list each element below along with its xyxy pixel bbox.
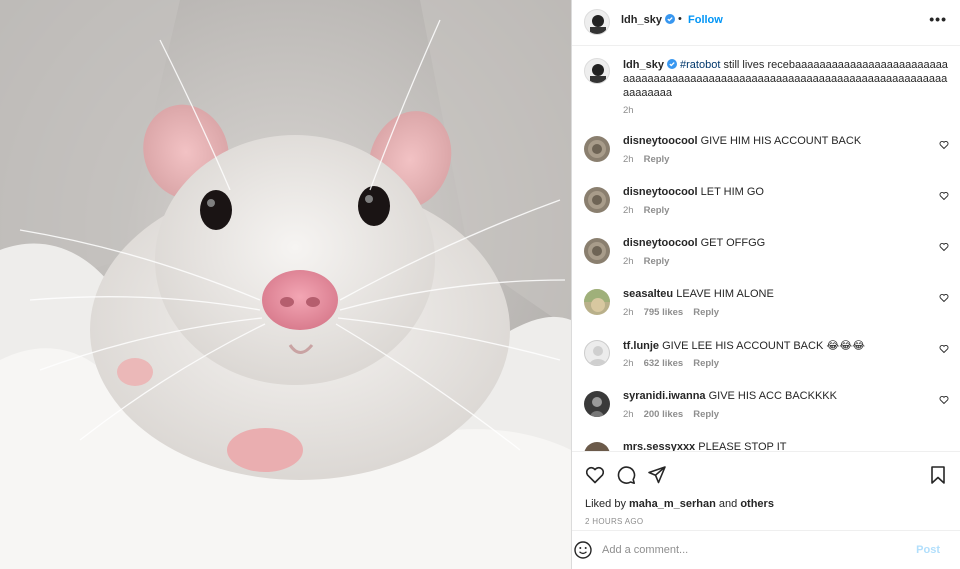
follow-button[interactable]: Follow [688, 14, 723, 26]
emoji-icon[interactable] [573, 540, 593, 560]
reply-button[interactable]: Reply [644, 154, 670, 165]
comment-username[interactable]: disneytoocool [623, 186, 698, 198]
commenter-avatar[interactable] [584, 340, 610, 366]
verified-badge-icon [666, 59, 677, 69]
comment-text: disneytoocool LET HIM GO [623, 186, 764, 198]
comment-username[interactable]: syranidi.iwanna [623, 390, 706, 402]
comment-row: disneytoocool LET HIM GO 2h Reply [584, 185, 949, 225]
caption-avatar[interactable] [584, 58, 610, 84]
commenter-avatar[interactable] [584, 391, 610, 417]
reply-button[interactable]: Reply [693, 307, 719, 318]
caption-username[interactable]: ldh_sky [623, 59, 664, 71]
comment-body: GIVE HIM HIS ACCOUNT BACK [700, 135, 862, 147]
post-actions: Liked by maha_m_serhan and others 2 HOUR… [572, 451, 960, 531]
instagram-post: ldh_sky • Follow ••• ldh_sky #ratobot st… [0, 0, 960, 569]
comment-like-heart-icon[interactable] [939, 140, 949, 150]
reply-button[interactable]: Reply [693, 409, 719, 420]
comment-meta: 2h Reply [623, 154, 669, 165]
post-side-panel: ldh_sky • Follow ••• ldh_sky #ratobot st… [571, 0, 960, 569]
comment-meta: 2h Reply [623, 205, 669, 216]
comment-username[interactable]: seasalteu [623, 288, 673, 300]
comment-likes[interactable]: 200 likes [644, 409, 684, 420]
more-horizontal-icon[interactable]: ••• [929, 11, 947, 27]
comment-body: GET OFFGG [700, 237, 766, 249]
comments-list[interactable]: ldh_sky #ratobot still lives recebaaaaaa… [572, 47, 960, 451]
bookmark-icon[interactable] [928, 465, 948, 485]
likes-middle: and [715, 498, 741, 510]
commenter-avatar[interactable] [584, 136, 610, 162]
comment-time: 2h [623, 358, 634, 369]
comment-meta: 2h 200 likes Reply [623, 409, 719, 420]
comment-like-heart-icon[interactable] [939, 191, 949, 201]
comment-username[interactable]: mrs.sessyxxx [623, 441, 695, 451]
comment-username[interactable]: tf.lunje [623, 340, 659, 352]
comment-row: tf.lunje GIVE LEE HIS ACCOUNT BACK 😂😂😂 2… [584, 338, 949, 378]
comment-text: syranidi.iwanna GIVE HIS ACC BACKKKK [623, 390, 837, 402]
share-icon[interactable] [647, 465, 667, 485]
verified-badge-icon [664, 14, 675, 24]
comment-like-heart-icon[interactable] [939, 242, 949, 252]
caption-hashtag[interactable]: #ratobot [680, 59, 720, 71]
comment-row: disneytoocool GIVE HIM HIS ACCOUNT BACK … [584, 134, 949, 174]
comment-username[interactable]: disneytoocool [623, 237, 698, 249]
comment-icon[interactable] [616, 465, 636, 485]
add-comment-bar: Post [572, 530, 960, 569]
comment-time: 2h [623, 409, 634, 420]
post-header: ldh_sky • Follow ••• [572, 0, 960, 46]
comment-body: PLEASE STOP IT [698, 441, 787, 451]
comment-text: disneytoocool GIVE HIM HIS ACCOUNT BACK [623, 135, 861, 147]
comment-meta: 2h 632 likes Reply [623, 358, 719, 369]
comment-row: disneytoocool GET OFFGG 2h Reply [584, 236, 949, 276]
comment-time: 2h [623, 256, 634, 267]
commenter-avatar[interactable] [584, 289, 610, 315]
post-image[interactable] [0, 0, 571, 569]
comment-body: GIVE HIS ACC BACKKKK [708, 390, 837, 402]
comment-text: seasalteu LEAVE HIM ALONE [623, 288, 774, 300]
commenter-avatar[interactable] [584, 442, 610, 451]
reply-button[interactable]: Reply [693, 358, 719, 369]
reply-button[interactable]: Reply [644, 205, 670, 216]
comment-like-heart-icon[interactable] [939, 395, 949, 405]
comment-row: syranidi.iwanna GIVE HIS ACC BACKKKK 2h 2… [584, 389, 949, 429]
post-timestamp[interactable]: 2 HOURS AGO [585, 517, 643, 526]
author-avatar[interactable] [584, 9, 610, 35]
caption-time: 2h [623, 105, 634, 116]
comment-time: 2h [623, 154, 634, 165]
likes-prefix: Liked by [585, 498, 630, 510]
comment-meta: 2h Reply [623, 256, 669, 267]
comment-username[interactable]: disneytoocool [623, 135, 698, 147]
separator-dot: • [678, 13, 682, 25]
comment-input[interactable] [602, 541, 902, 559]
comment-row: seasalteu LEAVE HIM ALONE 2h 795 likes Rep… [584, 287, 949, 327]
liked-by-others[interactable]: others [740, 498, 774, 510]
comment-text: tf.lunje GIVE LEE HIS ACCOUNT BACK 😂😂😂 [623, 339, 865, 352]
comment-likes[interactable]: 795 likes [644, 307, 684, 318]
comment-likes[interactable]: 632 likes [644, 358, 684, 369]
post-comment-button[interactable]: Post [916, 544, 940, 556]
likes-summary: Liked by maha_m_serhan and others [585, 498, 774, 510]
comment-body: LEAVE HIM ALONE [676, 288, 774, 300]
liked-by-user[interactable]: maha_m_serhan [629, 498, 716, 510]
author-username-text: ldh_sky [621, 14, 662, 26]
comment-like-heart-icon[interactable] [939, 293, 949, 303]
caption-text: ldh_sky #ratobot still lives recebaaaaaa… [623, 58, 949, 118]
comment-emoji: 😂😂😂 [826, 340, 865, 352]
comment-like-heart-icon[interactable] [939, 344, 949, 354]
comment-body: GIVE LEE HIS ACCOUNT BACK [662, 340, 824, 352]
comment-body: LET HIM GO [700, 186, 764, 198]
comment-text: mrs.sessyxxx PLEASE STOP IT [623, 441, 787, 451]
comment-time: 2h [623, 307, 634, 318]
author-username[interactable]: ldh_sky [621, 14, 675, 26]
commenter-avatar[interactable] [584, 238, 610, 264]
comment-row: mrs.sessyxxx PLEASE STOP IT [584, 440, 949, 451]
comment-time: 2h [623, 205, 634, 216]
comment-meta: 2h 795 likes Reply [623, 307, 719, 318]
commenter-avatar[interactable] [584, 187, 610, 213]
heart-icon[interactable] [585, 465, 605, 485]
reply-button[interactable]: Reply [644, 256, 670, 267]
comment-text: disneytoocool GET OFFGG [623, 237, 765, 249]
rat-photo [0, 0, 571, 569]
